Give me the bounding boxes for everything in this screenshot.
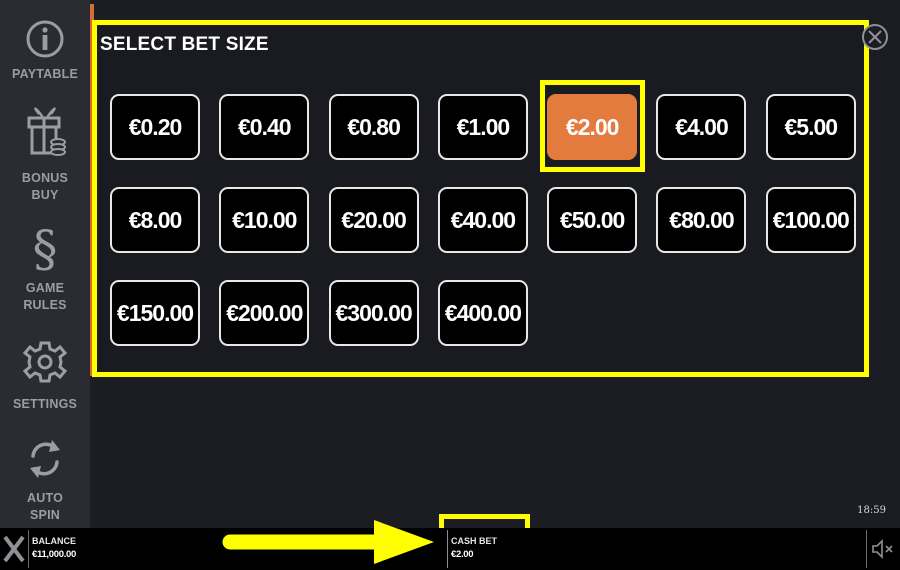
sound-toggle-button[interactable] <box>866 528 900 570</box>
sidebar-item-paytable[interactable]: PAYTABLE <box>0 16 90 83</box>
annotation-arrow <box>222 520 434 564</box>
bet-option-button[interactable]: €5.00 <box>765 94 856 160</box>
exit-button[interactable] <box>0 528 28 570</box>
sidebar-item-settings[interactable]: SETTINGS <box>0 338 90 413</box>
sidebar-item-game-rules[interactable]: § GAME RULES <box>0 220 90 314</box>
divider <box>447 530 448 568</box>
bet-option-button[interactable]: €0.40 <box>219 94 310 160</box>
balance-label: BALANCE <box>32 536 76 546</box>
close-icon <box>3 535 25 563</box>
bet-option-button[interactable]: €1.00 <box>437 94 528 160</box>
sidebar-item-auto-spin[interactable]: AUTO SPIN <box>0 434 90 524</box>
sidebar-item-label: RULES <box>23 298 67 312</box>
sidebar-item-label: BONUS <box>21 171 69 185</box>
bet-option-button[interactable]: €150.00 <box>110 280 200 346</box>
sidebar-item-label: AUTO <box>27 491 63 505</box>
bet-option-button[interactable]: €20.00 <box>328 187 419 253</box>
bet-option-button[interactable]: €2.00 <box>547 94 638 160</box>
bet-option-button[interactable]: €50.00 <box>547 187 638 253</box>
sidebar-item-label: PAYTABLE <box>12 67 78 81</box>
bet-option-button[interactable]: €200.00 <box>219 280 310 346</box>
bet-option-button[interactable]: €10.00 <box>219 187 310 253</box>
clock: 18:59 <box>857 505 886 516</box>
bet-option-button[interactable]: €8.00 <box>110 187 200 253</box>
bet-option-button[interactable]: €100.00 <box>765 187 856 253</box>
cash-bet-label: CASH BET <box>451 536 498 546</box>
bet-option-button[interactable]: €300.00 <box>328 280 419 346</box>
sidebar-item-label: BUY <box>31 188 59 202</box>
svg-text:§: § <box>33 220 58 274</box>
bet-option-button[interactable]: €80.00 <box>656 187 747 253</box>
panel-title: SELECT BET SIZE <box>100 34 269 55</box>
divider <box>28 530 29 568</box>
bet-option-button[interactable]: €0.20 <box>110 94 200 160</box>
bet-option-button[interactable]: €4.00 <box>656 94 747 160</box>
cash-bet-value: €2.00 <box>451 549 474 560</box>
sidebar-item-label: SPIN <box>30 508 60 522</box>
gear-icon <box>23 341 67 383</box>
bet-option-button[interactable]: €400.00 <box>437 280 528 346</box>
bet-option-button[interactable]: €40.00 <box>437 187 528 253</box>
speaker-muted-icon <box>872 539 893 559</box>
gift-icon <box>27 107 66 156</box>
close-icon <box>868 30 882 44</box>
balance-value: €11,000.00 <box>32 549 77 560</box>
bet-size-grid: €0.20 €0.40 €0.80 €1.00 €2.00 €4.00 €5.00 €8.00… <box>110 94 856 346</box>
autospin-icon <box>30 440 60 478</box>
bottom-bar: BALANCE €11,000.00 CASH BET €2.00 <box>0 528 900 570</box>
section-sign-icon: § <box>33 220 58 274</box>
sidebar-item-label: SETTINGS <box>12 397 78 411</box>
bet-option-button[interactable]: €0.80 <box>328 94 419 160</box>
sidebar-item-bonus-buy[interactable]: BONUS BUY <box>0 106 90 204</box>
sidebar-item-label: GAME <box>25 281 65 295</box>
info-icon <box>26 20 64 58</box>
sidebar: PAYTABLE BONUS BUY § GAME RULES SETTINGS <box>0 0 90 528</box>
bet-size-panel: SELECT BET SIZE €0.20 €0.40 €0.80 €1.00 €2.0… <box>94 22 868 376</box>
close-button[interactable] <box>862 24 888 50</box>
